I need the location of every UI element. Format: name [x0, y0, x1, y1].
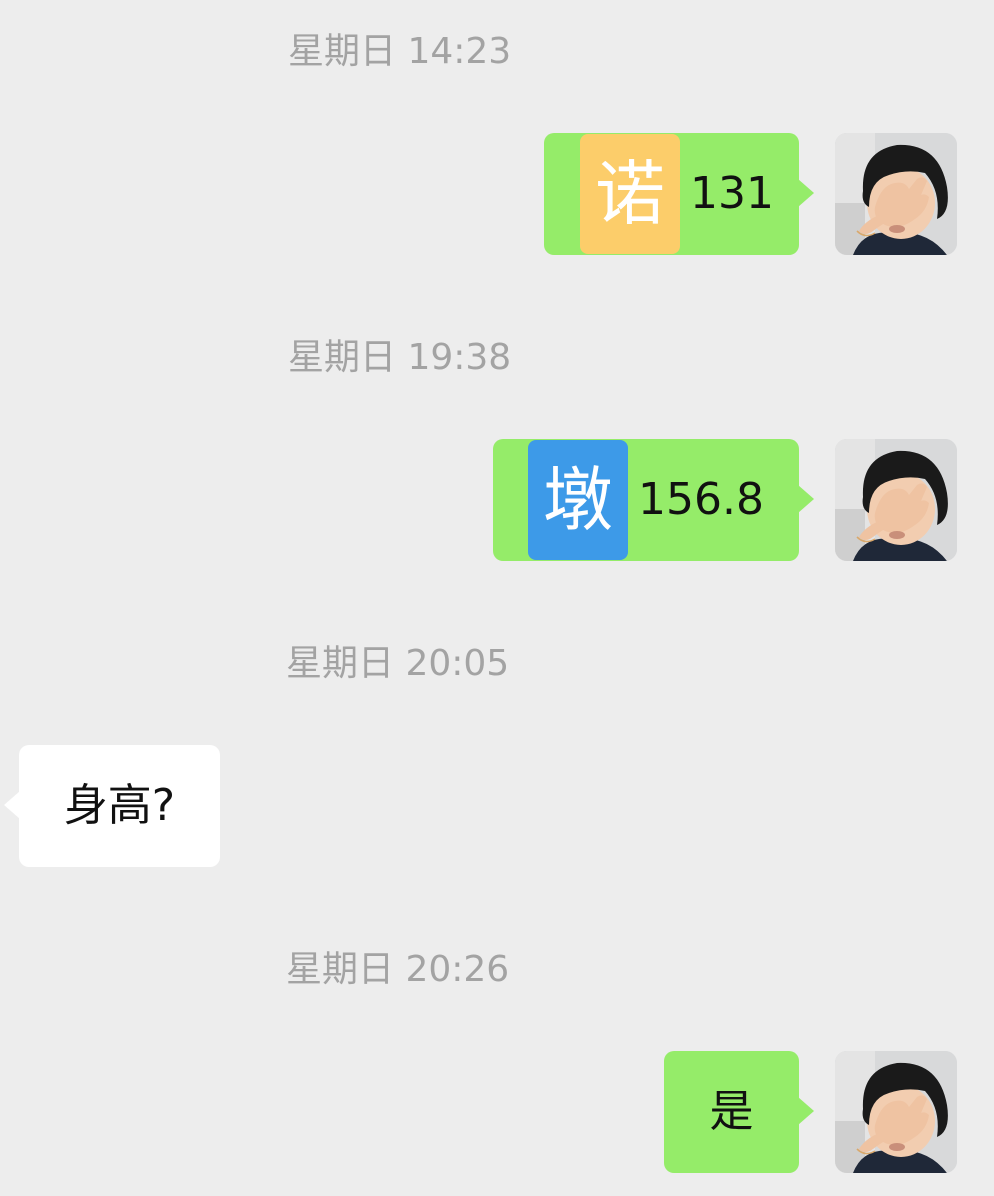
message-text: 131 [690, 168, 774, 219]
outgoing-message-bubble[interactable]: 诺 131 [544, 133, 814, 255]
child-covering-face-icon [835, 1051, 957, 1173]
sender-avatar[interactable] [835, 439, 957, 561]
outgoing-message-bubble[interactable]: 墩 156.8 [493, 439, 814, 561]
message-timestamp: 星期日 20:05 [286, 643, 510, 684]
message-timestamp: 星期日 14:23 [288, 31, 512, 72]
child-covering-face-icon [835, 133, 957, 255]
message-text: 身高? [63, 780, 176, 831]
sender-avatar[interactable] [835, 133, 957, 255]
name-character-icon: 墩 [528, 440, 628, 560]
outgoing-message-bubble[interactable]: 是 [664, 1051, 814, 1173]
name-character-icon: 诺 [580, 134, 680, 254]
message-timestamp: 星期日 20:26 [286, 949, 510, 990]
message-timestamp: 星期日 19:38 [288, 337, 512, 378]
message-text: 是 [709, 1086, 754, 1137]
incoming-message-bubble[interactable]: 身高? [4, 745, 220, 867]
child-covering-face-icon [835, 439, 957, 561]
message-text: 156.8 [638, 474, 764, 525]
sender-avatar[interactable] [835, 1051, 957, 1173]
